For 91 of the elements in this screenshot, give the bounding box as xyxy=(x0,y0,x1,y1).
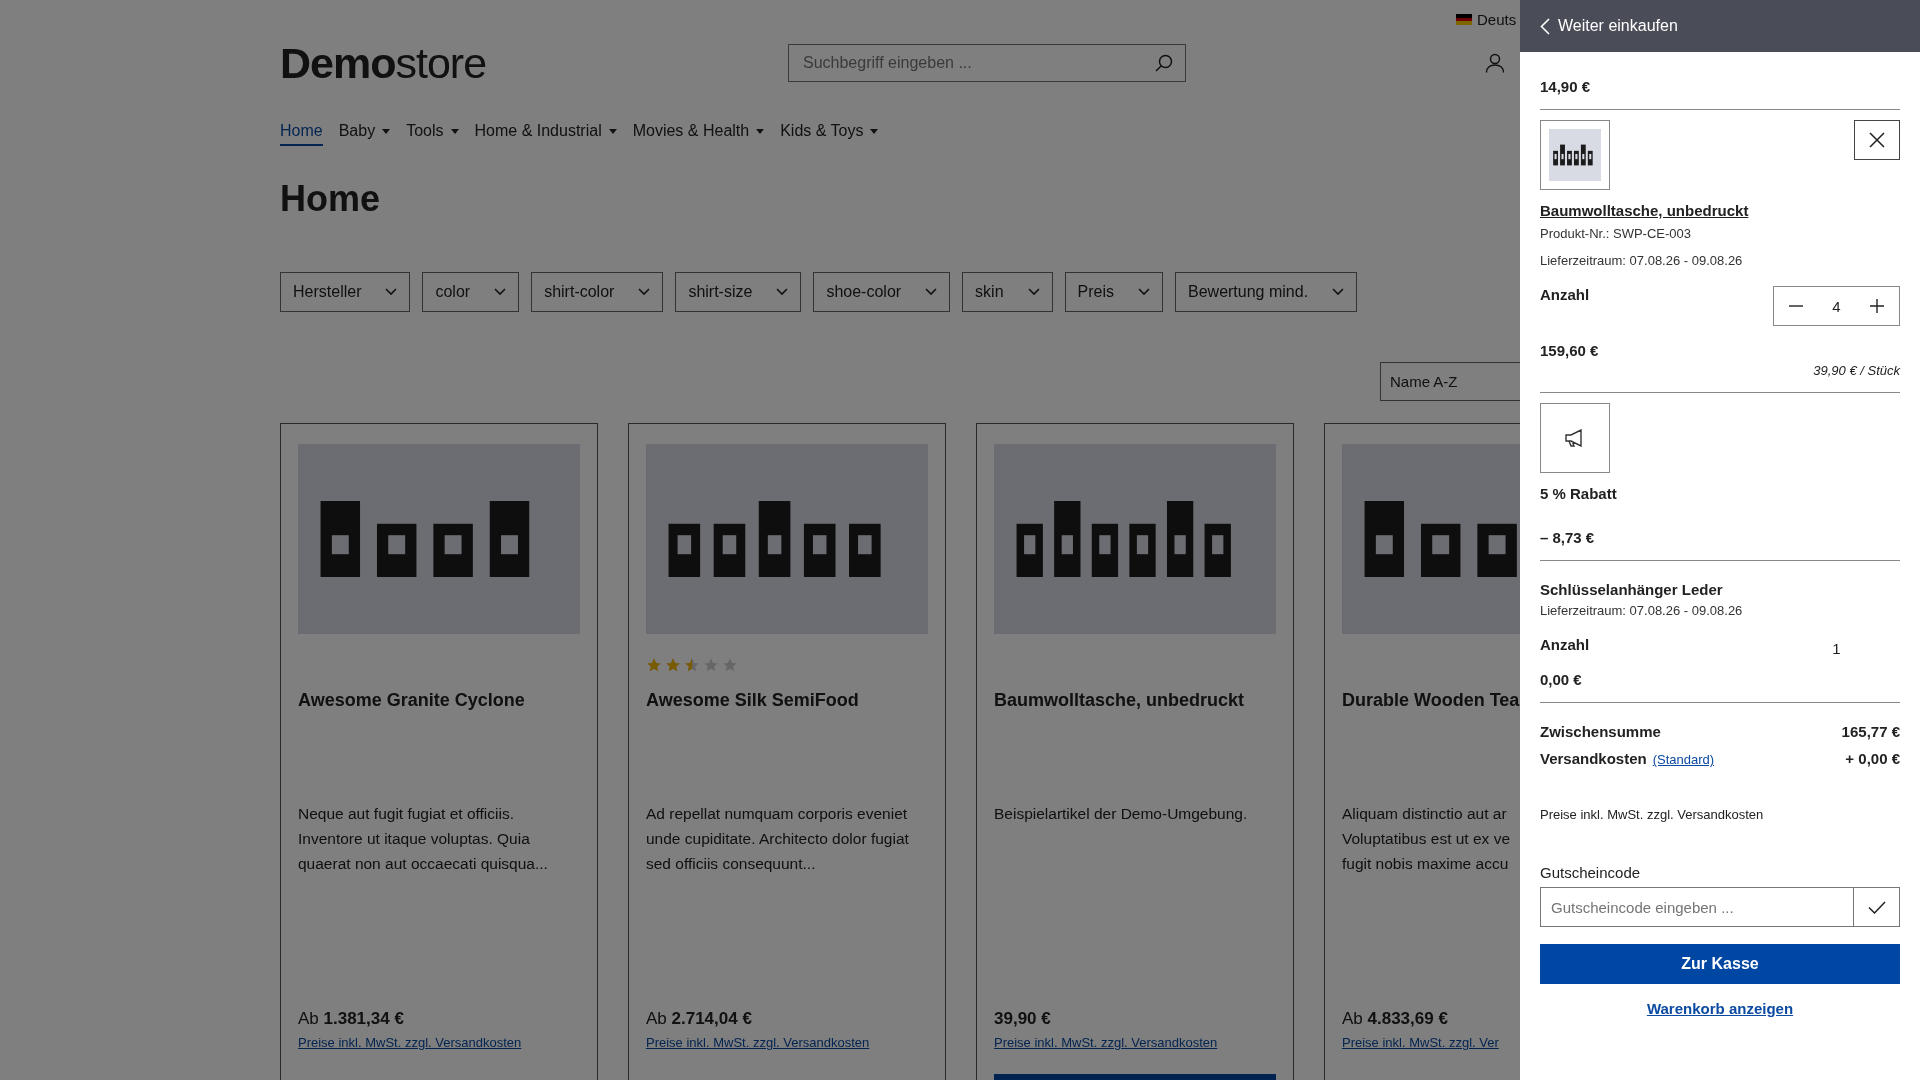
product-thumbnail[interactable] xyxy=(1540,120,1610,190)
chevron-down-icon xyxy=(925,288,938,296)
chevron-down-icon xyxy=(1138,288,1150,296)
line-item-name[interactable]: Baumwolltasche, unbedruckt xyxy=(1540,202,1749,219)
shipping-label: Versandkosten xyxy=(1540,750,1647,767)
search-field[interactable]: Suchbegriff eingeben ... xyxy=(788,44,1186,82)
view-cart-link[interactable]: Warenkorb anzeigen xyxy=(1540,1000,1900,1017)
continue-shopping-button[interactable]: Weiter einkaufen xyxy=(1520,0,1920,52)
nav-item[interactable]: Home & Industrial xyxy=(474,122,617,146)
voucher-label: Gutscheincode xyxy=(1540,864,1642,881)
line-item-name: Schlüsselanhänger Leder xyxy=(1540,581,1723,598)
chevron-down-icon xyxy=(494,288,507,296)
chevron-down-icon xyxy=(638,288,651,296)
product-description: Aliquam distinctio aut ar xyxy=(1342,804,1508,824)
subtotal-label: Zwischensumme xyxy=(1540,723,1661,740)
tax-note: Preise inkl. MwSt. zzgl. Versandkosten xyxy=(1540,807,1765,822)
product-card[interactable]: Baumwolltasche, unbedruckt Beispielartikel der Demo-Umgebung. 39,90 € Preise inkl. MwSt. zzgl. Versandkosten xyxy=(976,423,1294,1080)
filter-dropdown[interactable]: skin xyxy=(962,272,1053,312)
filter-dropdown[interactable]: Bewertung mind. xyxy=(1175,272,1358,312)
quantity-value: 4 xyxy=(1832,297,1841,315)
nav-item[interactable]: Tools xyxy=(406,122,459,146)
shipping-method-link[interactable]: (Standard) xyxy=(1652,752,1715,767)
checkmark-icon xyxy=(1867,900,1886,914)
star-icon xyxy=(665,657,681,673)
nav-item[interactable]: Movies & Health xyxy=(632,122,765,146)
minus-icon xyxy=(1788,305,1803,307)
chevron-down-icon xyxy=(1027,288,1040,296)
filter-dropdown[interactable]: shirt-size xyxy=(675,272,802,312)
product-description: Neque aut fugit fugiat et officiis. Inventore ut itaque voluptas. Quia quaerat non aut occaecati quisqua... xyxy=(298,804,549,874)
product-name[interactable]: Awesome Silk SemiFood xyxy=(646,690,928,711)
promotion-name: 5 % Rabatt xyxy=(1540,485,1617,502)
chevron-down-icon xyxy=(1332,288,1345,296)
checkout-button[interactable]: Zur Kasse xyxy=(1540,944,1900,984)
delivery-date: Lieferzeitraum: 07.08.26 - 09.08.26 xyxy=(1540,603,1744,618)
quantity-stepper[interactable]: 4 xyxy=(1773,286,1900,326)
nav-item[interactable]: Home xyxy=(280,122,323,146)
product-description: Voluptatibus est ut ex ve xyxy=(1342,829,1512,849)
voucher-field[interactable]: Gutscheincode eingeben ... xyxy=(1540,887,1900,927)
line-item-price: 14,90 € xyxy=(1540,78,1592,95)
close-icon xyxy=(1869,132,1885,148)
store-logo[interactable]: Demostore xyxy=(280,38,788,88)
product-name[interactable]: Durable Wooden Tea xyxy=(1342,690,1520,711)
line-item-total: 0,00 € xyxy=(1540,671,1583,688)
page-title: Home xyxy=(280,178,382,220)
quantity-label: Anzahl xyxy=(1540,636,1590,653)
product-name[interactable]: Awesome Granite Cyclone xyxy=(298,690,580,711)
line-item-total: 159,60 € xyxy=(1540,342,1600,359)
chevron-down-icon xyxy=(776,288,789,296)
nav-item[interactable]: Baby xyxy=(338,122,391,146)
product-price: Ab 1.381,34 € xyxy=(298,1009,405,1029)
product-name[interactable]: Baumwolltasche, unbedruckt xyxy=(994,690,1276,711)
star-icon xyxy=(684,657,700,673)
search-icon[interactable] xyxy=(1155,54,1173,72)
filter-dropdown[interactable]: shoe-color xyxy=(813,272,951,312)
star-icon xyxy=(722,657,738,673)
product-description: Ad repellat numquam corporis eveniet unde cupiditate. Architecto dolor fugiat sed officiis consequunt... xyxy=(646,804,910,874)
filter-dropdown[interactable]: Hersteller xyxy=(280,272,411,312)
search-input[interactable]: Suchbegriff eingeben ... xyxy=(801,53,1125,73)
product-card[interactable]: Durable Wooden Tea Aliquam distinctio aut ar Voluptatibus est ut ex ve fugit nobis maxime accu Ab 4.833,69 € Preise inkl. MwSt. zzgl. Ver xyxy=(1324,423,1520,1080)
star-icon xyxy=(703,657,719,673)
shipping-info-link[interactable]: Preise inkl. MwSt. zzgl. Versandkosten xyxy=(646,1035,928,1050)
product-card[interactable]: Awesome Granite Cyclone Neque aut fugit fugiat et officiis. Inventore ut itaque voluptas. Quia quaerat non aut occaecati quisqua... Ab 1.381,34 € Preise inkl. MwSt. zzgl. Versandkosten xyxy=(280,423,598,1080)
product-card[interactable]: Awesome Silk SemiFood Ad repellat numquam corporis eveniet unde cupiditate. Architecto dolor fugiat sed officiis consequunt... Ab 2.714,04 € Preise inkl. MwSt. zzgl. Versandkosten xyxy=(628,423,946,1080)
product-description: fugit nobis maxime accu xyxy=(1342,854,1510,874)
language-selector[interactable]: Deuts xyxy=(1456,11,1517,28)
star-icon xyxy=(646,657,662,673)
subtotal-value: 165,77 € xyxy=(1841,723,1900,740)
quantity-value: 1 xyxy=(1831,639,1842,657)
nav-item[interactable]: Kids & Toys xyxy=(780,122,879,146)
chevron-down-icon xyxy=(385,288,398,296)
filter-dropdown[interactable]: color xyxy=(422,272,520,312)
shipping-info-link[interactable]: Preise inkl. MwSt. zzgl. Versandkosten xyxy=(298,1035,580,1050)
filter-dropdown[interactable]: shirt-color xyxy=(531,272,664,312)
promotion-discount: – 8,73 € xyxy=(1540,529,1596,546)
filter-dropdown[interactable]: Preis xyxy=(1064,272,1163,312)
increase-button[interactable] xyxy=(1870,299,1885,313)
shipping-info-link[interactable]: Preise inkl. MwSt. zzgl. Ver xyxy=(1342,1035,1520,1050)
product-price: 39,90 € xyxy=(994,1009,1052,1029)
quantity-label: Anzahl xyxy=(1540,286,1590,303)
shipping-value: + 0,00 € xyxy=(1845,750,1900,767)
shipping-info-link[interactable]: Preise inkl. MwSt. zzgl. Versandkosten xyxy=(994,1035,1276,1050)
remove-item-button[interactable] xyxy=(1854,120,1900,160)
plus-icon xyxy=(1870,299,1885,313)
product-price: Ab 4.833,69 € xyxy=(1342,1009,1449,1029)
product-price: Ab 2.714,04 € xyxy=(646,1009,753,1029)
chevron-left-icon xyxy=(1540,17,1550,35)
product-number: Produkt-Nr.: SWP-CE-003 xyxy=(1540,226,1692,241)
account-icon[interactable] xyxy=(1485,53,1505,73)
unit-price: 39,90 € / Stück xyxy=(1812,363,1900,378)
product-description: Beispielartikel der Demo-Umgebung. xyxy=(994,804,1249,824)
delivery-date: Lieferzeitraum: 07.08.26 - 09.08.26 xyxy=(1540,253,1744,268)
